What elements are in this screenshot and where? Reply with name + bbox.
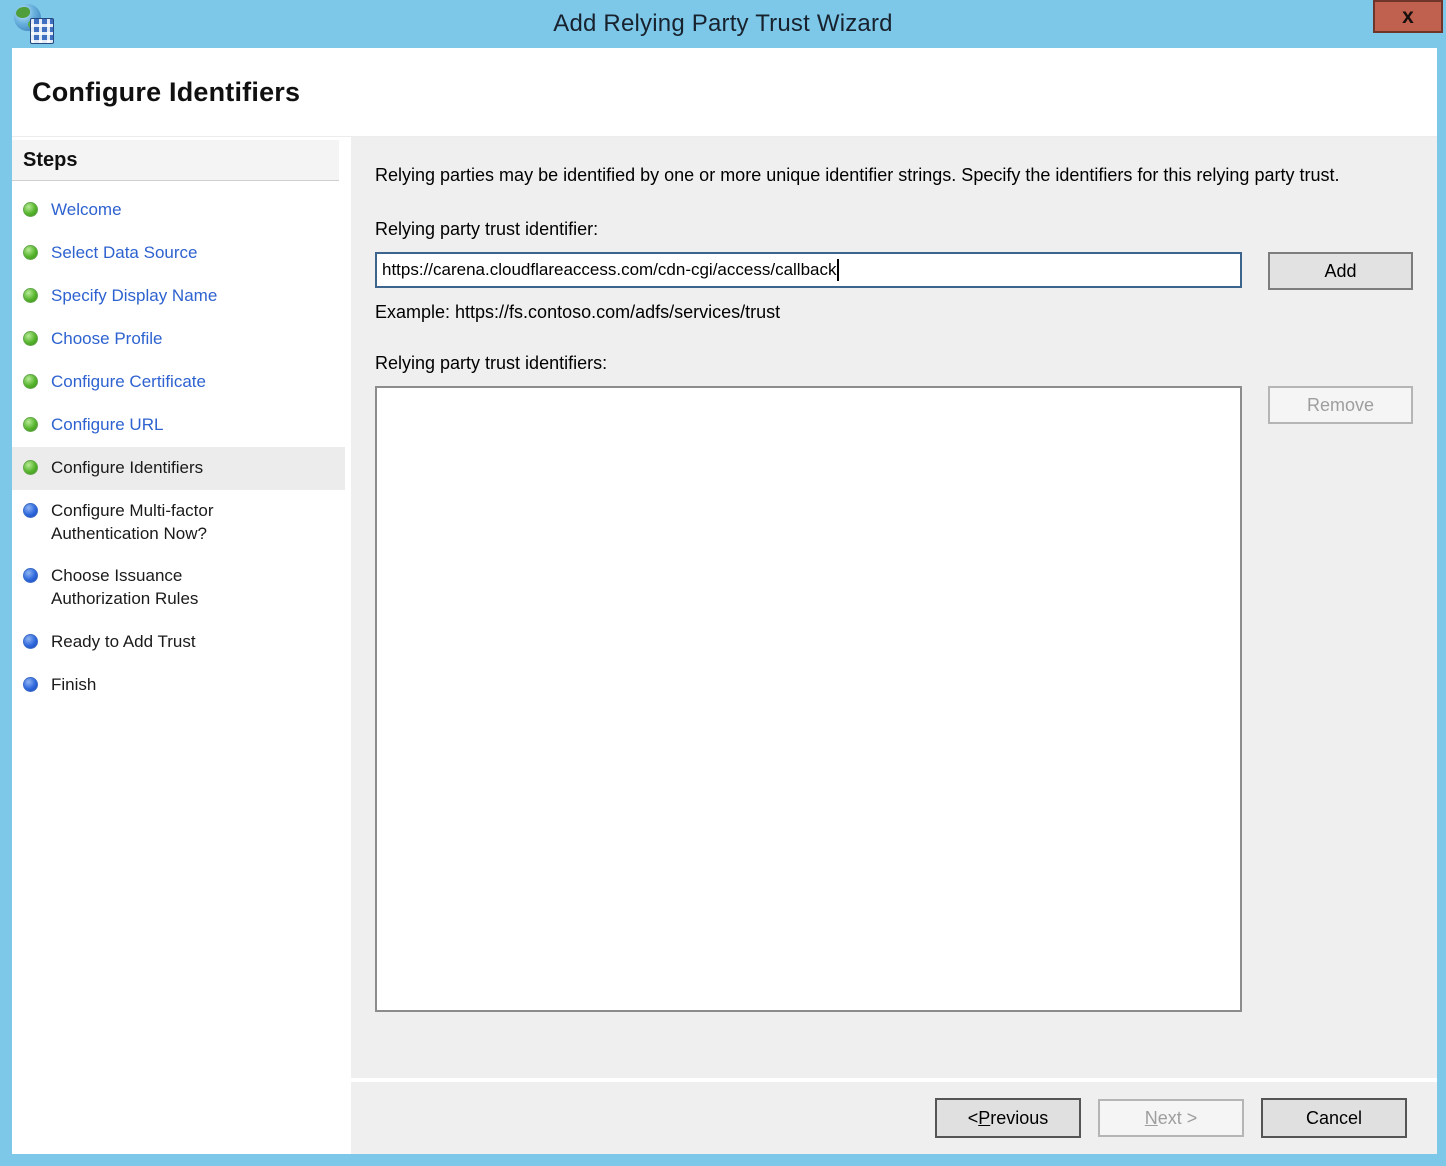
step-completed-icon bbox=[23, 331, 38, 346]
step-completed-icon bbox=[23, 460, 38, 475]
identifier-value: https://carena.cloudflareaccess.com/cdn-… bbox=[382, 260, 836, 280]
step-completed-icon bbox=[23, 374, 38, 389]
identifier-label: Relying party trust identifier: bbox=[375, 219, 1413, 240]
wizard-window: Add Relying Party Trust Wizard x Configu… bbox=[0, 0, 1446, 1166]
cancel-button[interactable]: Cancel bbox=[1261, 1098, 1407, 1138]
title-bar: Add Relying Party Trust Wizard x bbox=[0, 0, 1446, 48]
content-pane: Relying parties may be identified by one… bbox=[351, 137, 1437, 1078]
adfs-app-icon bbox=[14, 4, 55, 45]
step-completed-icon bbox=[23, 245, 38, 260]
sidebar-item-configure-mfa[interactable]: Configure Multi-factor Authentication No… bbox=[12, 490, 345, 556]
close-button[interactable]: x bbox=[1373, 0, 1443, 33]
step-pending-icon bbox=[23, 677, 38, 692]
steps-sidebar: Steps Welcome Select Data Source Specify… bbox=[12, 137, 345, 1154]
window-bottom-border bbox=[0, 1154, 1446, 1166]
sidebar-item-configure-url[interactable]: Configure URL bbox=[12, 404, 345, 447]
identifiers-listbox[interactable] bbox=[375, 386, 1242, 1012]
sidebar-item-specify-display-name[interactable]: Specify Display Name bbox=[12, 275, 345, 318]
sidebar-item-welcome[interactable]: Welcome bbox=[12, 189, 345, 232]
step-pending-icon bbox=[23, 634, 38, 649]
sidebar-item-configure-identifiers[interactable]: Configure Identifiers bbox=[12, 447, 345, 490]
sidebar-item-configure-certificate[interactable]: Configure Certificate bbox=[12, 361, 345, 404]
step-pending-icon bbox=[23, 568, 38, 583]
previous-button[interactable]: < Previous bbox=[935, 1098, 1081, 1138]
footer-bar: < Previous Next > Cancel bbox=[351, 1082, 1437, 1154]
step-completed-icon bbox=[23, 202, 38, 217]
add-button[interactable]: Add bbox=[1268, 252, 1413, 290]
step-completed-icon bbox=[23, 417, 38, 432]
step-completed-icon bbox=[23, 288, 38, 303]
sidebar-item-ready-to-add-trust[interactable]: Ready to Add Trust bbox=[12, 621, 345, 664]
text-caret bbox=[837, 259, 839, 281]
description-text: Relying parties may be identified by one… bbox=[375, 162, 1395, 189]
identifiers-list-label: Relying party trust identifiers: bbox=[375, 353, 1413, 374]
sidebar-item-choose-profile[interactable]: Choose Profile bbox=[12, 318, 345, 361]
example-text: Example: https://fs.contoso.com/adfs/ser… bbox=[375, 302, 1413, 323]
window-title: Add Relying Party Trust Wizard bbox=[553, 10, 892, 38]
steps-list: Welcome Select Data Source Specify Displ… bbox=[12, 189, 345, 707]
page-title: Configure Identifiers bbox=[12, 77, 300, 108]
sidebar-item-select-data-source[interactable]: Select Data Source bbox=[12, 232, 345, 275]
relying-party-identifier-input[interactable]: https://carena.cloudflareaccess.com/cdn-… bbox=[375, 252, 1242, 288]
window-body: Configure Identifiers Steps Welcome Sele… bbox=[12, 48, 1437, 1154]
sidebar-item-finish[interactable]: Finish bbox=[12, 664, 345, 707]
step-pending-icon bbox=[23, 503, 38, 518]
steps-heading: Steps bbox=[12, 140, 339, 181]
next-button[interactable]: Next > bbox=[1098, 1099, 1244, 1137]
page-header: Configure Identifiers bbox=[12, 48, 1437, 137]
remove-button[interactable]: Remove bbox=[1268, 386, 1413, 424]
building-icon bbox=[30, 18, 54, 44]
sidebar-item-choose-issuance-authorization-rules[interactable]: Choose Issuance Authorization Rules bbox=[12, 555, 345, 621]
